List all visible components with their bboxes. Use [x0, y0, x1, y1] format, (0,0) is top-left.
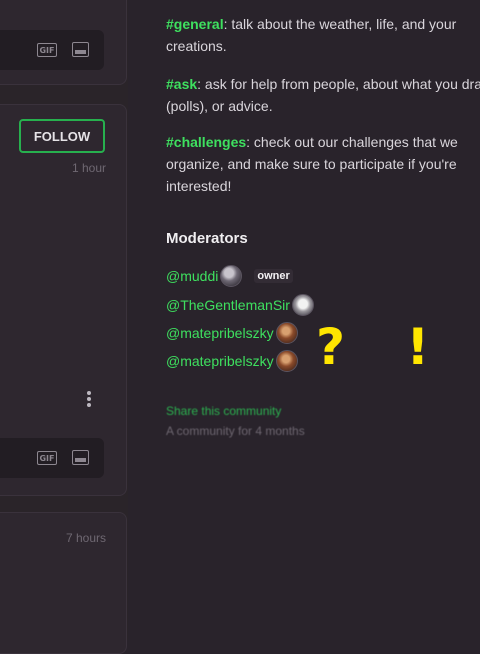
reply-input[interactable]: GIF	[0, 438, 104, 478]
moderator-link[interactable]: @matepribelszky	[166, 325, 274, 341]
channel-tag[interactable]: #ask	[166, 76, 197, 92]
moderator-item: @TheGentlemanSir	[166, 292, 314, 318]
avatar[interactable]	[275, 322, 298, 344]
channel-text: : ask for help from people, about what y…	[166, 76, 480, 114]
follow-button[interactable]: FOLLOW	[19, 119, 105, 153]
avatar[interactable]	[291, 294, 314, 316]
post-card: 7 hours	[0, 512, 127, 654]
moderator-item: @matepribelszky	[166, 320, 298, 346]
channel-description-general: #general: talk about the weather, life, …	[166, 13, 480, 57]
gif-icon[interactable]: GIF	[37, 43, 57, 57]
question-exclamation-annotation: ? !	[316, 318, 452, 376]
owner-badge: owner	[254, 269, 293, 283]
channel-tag[interactable]: #general	[166, 16, 224, 32]
share-community-link[interactable]: Share this community	[166, 404, 281, 418]
reply-input[interactable]: GIF	[0, 30, 104, 70]
channel-description-challenges: #challenges: check out our challenges th…	[166, 131, 480, 197]
post-card: GIF	[0, 0, 127, 85]
feed-column: GIF FOLLOW 1 hour GIF 7 hours	[0, 0, 128, 654]
avatar[interactable]	[275, 350, 298, 372]
moderator-link[interactable]: @matepribelszky	[166, 353, 274, 369]
image-upload-icon[interactable]	[72, 42, 89, 57]
moderator-link[interactable]: @muddi	[166, 268, 218, 284]
post-card: FOLLOW 1 hour GIF	[0, 104, 127, 496]
image-upload-icon[interactable]	[72, 450, 89, 465]
community-age: A community for 4 months	[166, 424, 305, 438]
moderator-item: @muddi owner	[166, 263, 293, 289]
post-timestamp: 7 hours	[65, 531, 106, 545]
channel-tag[interactable]: #challenges	[166, 134, 246, 150]
post-timestamp: 1 hour	[71, 161, 106, 175]
avatar[interactable]	[220, 265, 243, 287]
moderators-heading: Moderators	[166, 230, 248, 247]
channel-description-ask: #ask: ask for help from people, about wh…	[166, 73, 480, 117]
gif-icon[interactable]: GIF	[37, 451, 57, 465]
more-options-icon[interactable]	[86, 391, 92, 409]
moderator-item: @matepribelszky	[166, 348, 298, 374]
moderator-link[interactable]: @TheGentlemanSir	[166, 297, 290, 313]
